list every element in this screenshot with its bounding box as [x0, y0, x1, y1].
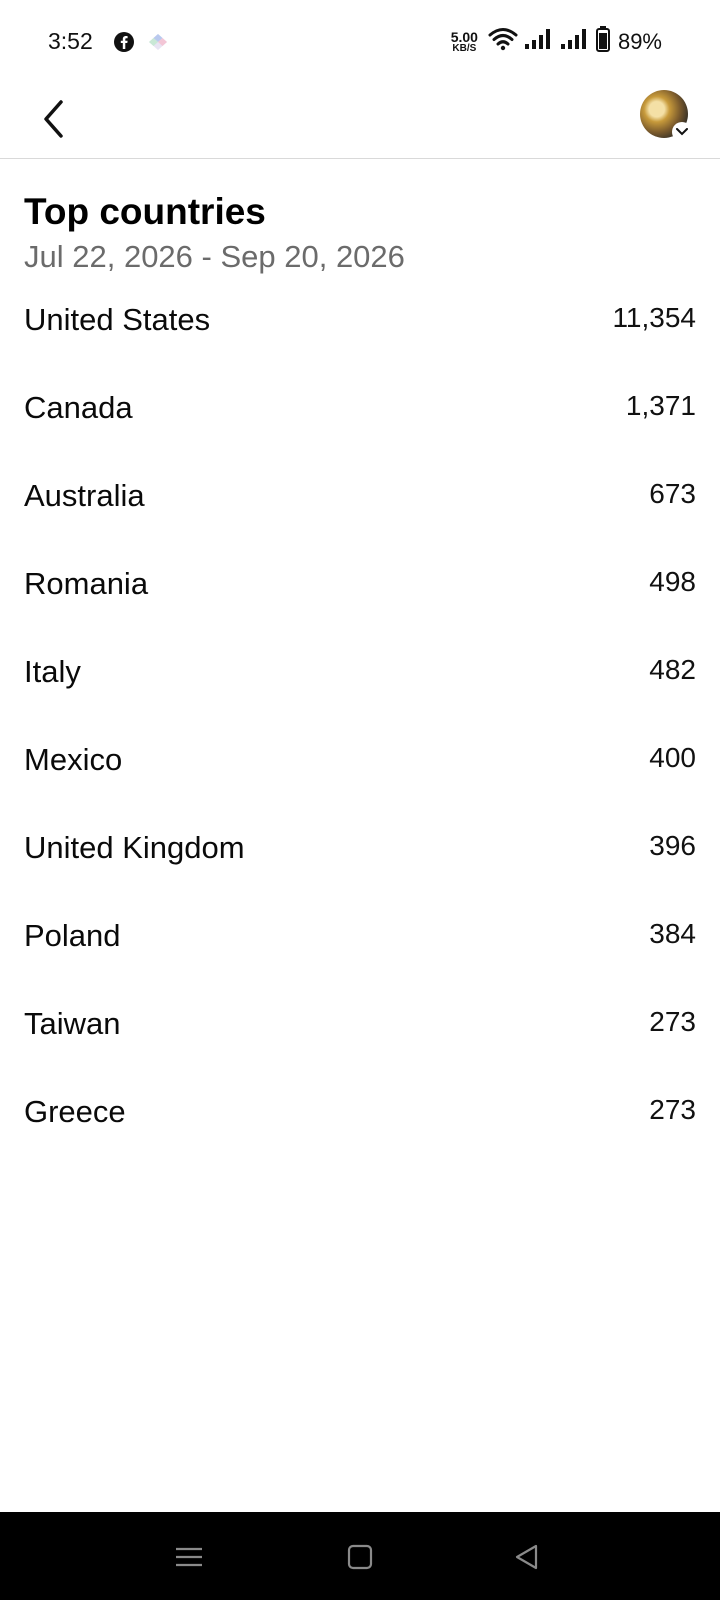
- system-nav-bar: [0, 1512, 720, 1600]
- list-item: Greece 273: [24, 1080, 696, 1168]
- country-name: Canada: [24, 390, 133, 425]
- cell-signal-icon: [524, 28, 554, 55]
- back-button[interactable]: [36, 96, 72, 142]
- page-header: Top countries Jul 22, 2026 - Sep 20, 202…: [24, 190, 696, 276]
- list-item: United States 11,354: [24, 288, 696, 376]
- country-name: Italy: [24, 654, 81, 689]
- country-list: United States 11,354 Canada 1,371 Austra…: [24, 288, 696, 1168]
- country-value: 273: [649, 1094, 696, 1125]
- page-title: Top countries: [24, 191, 266, 232]
- triangle-back-icon: [515, 1544, 538, 1570]
- battery-icon: [595, 26, 610, 57]
- status-right: 5.00 KB/S 89%: [451, 26, 662, 57]
- country-name: Romania: [24, 566, 149, 601]
- list-item: Canada 1,371: [24, 376, 696, 464]
- country-value: 400: [649, 742, 696, 773]
- account-switcher[interactable]: [640, 90, 692, 142]
- home-button[interactable]: [343, 1540, 377, 1574]
- country-name: United Kingdom: [24, 830, 245, 865]
- battery-percent: 89%: [617, 28, 662, 54]
- list-item: Romania 498: [24, 552, 696, 640]
- country-name: Mexico: [24, 742, 123, 777]
- facebook-icon: [113, 31, 135, 58]
- country-name: United States: [24, 302, 211, 337]
- list-item: Mexico 400: [24, 728, 696, 816]
- recents-button[interactable]: [172, 1540, 206, 1574]
- country-value: 273: [649, 1006, 696, 1037]
- chevron-down-icon: [672, 122, 692, 142]
- country-name: Poland: [24, 918, 121, 953]
- chevron-left-icon: [44, 100, 63, 138]
- country-name: Australia: [24, 478, 145, 513]
- cell-signal-icon: [560, 28, 590, 55]
- country-value: 384: [649, 918, 696, 949]
- app-notification-icon: [148, 33, 168, 56]
- country-name: Greece: [24, 1094, 126, 1129]
- menu-icon: [176, 1547, 202, 1567]
- list-item: Italy 482: [24, 640, 696, 728]
- country-value: 11,354: [612, 302, 696, 333]
- wifi-icon: [488, 27, 518, 56]
- list-item: Australia 673: [24, 464, 696, 552]
- country-value: 482: [649, 654, 696, 685]
- status-time: 3:52: [48, 28, 93, 54]
- app-bar: [0, 84, 720, 159]
- square-icon: [347, 1544, 373, 1570]
- status-bar: 3:52 5.00 KB/S 89%: [0, 0, 720, 84]
- country-name: Taiwan: [24, 1006, 121, 1041]
- list-item: Taiwan 273: [24, 992, 696, 1080]
- country-value: 396: [649, 830, 696, 861]
- list-item: Poland 384: [24, 904, 696, 992]
- country-value: 673: [649, 478, 696, 509]
- country-value: 1,371: [625, 390, 696, 421]
- country-value: 498: [649, 566, 696, 597]
- network-speed-unit: KB/S: [452, 42, 477, 54]
- system-back-button[interactable]: [510, 1540, 544, 1574]
- network-speed: 5.00 KB/S: [451, 30, 478, 54]
- network-speed-value: 5.00: [450, 28, 478, 45]
- date-range: Jul 22, 2026 - Sep 20, 2026: [24, 239, 405, 274]
- list-item: United Kingdom 396: [24, 816, 696, 904]
